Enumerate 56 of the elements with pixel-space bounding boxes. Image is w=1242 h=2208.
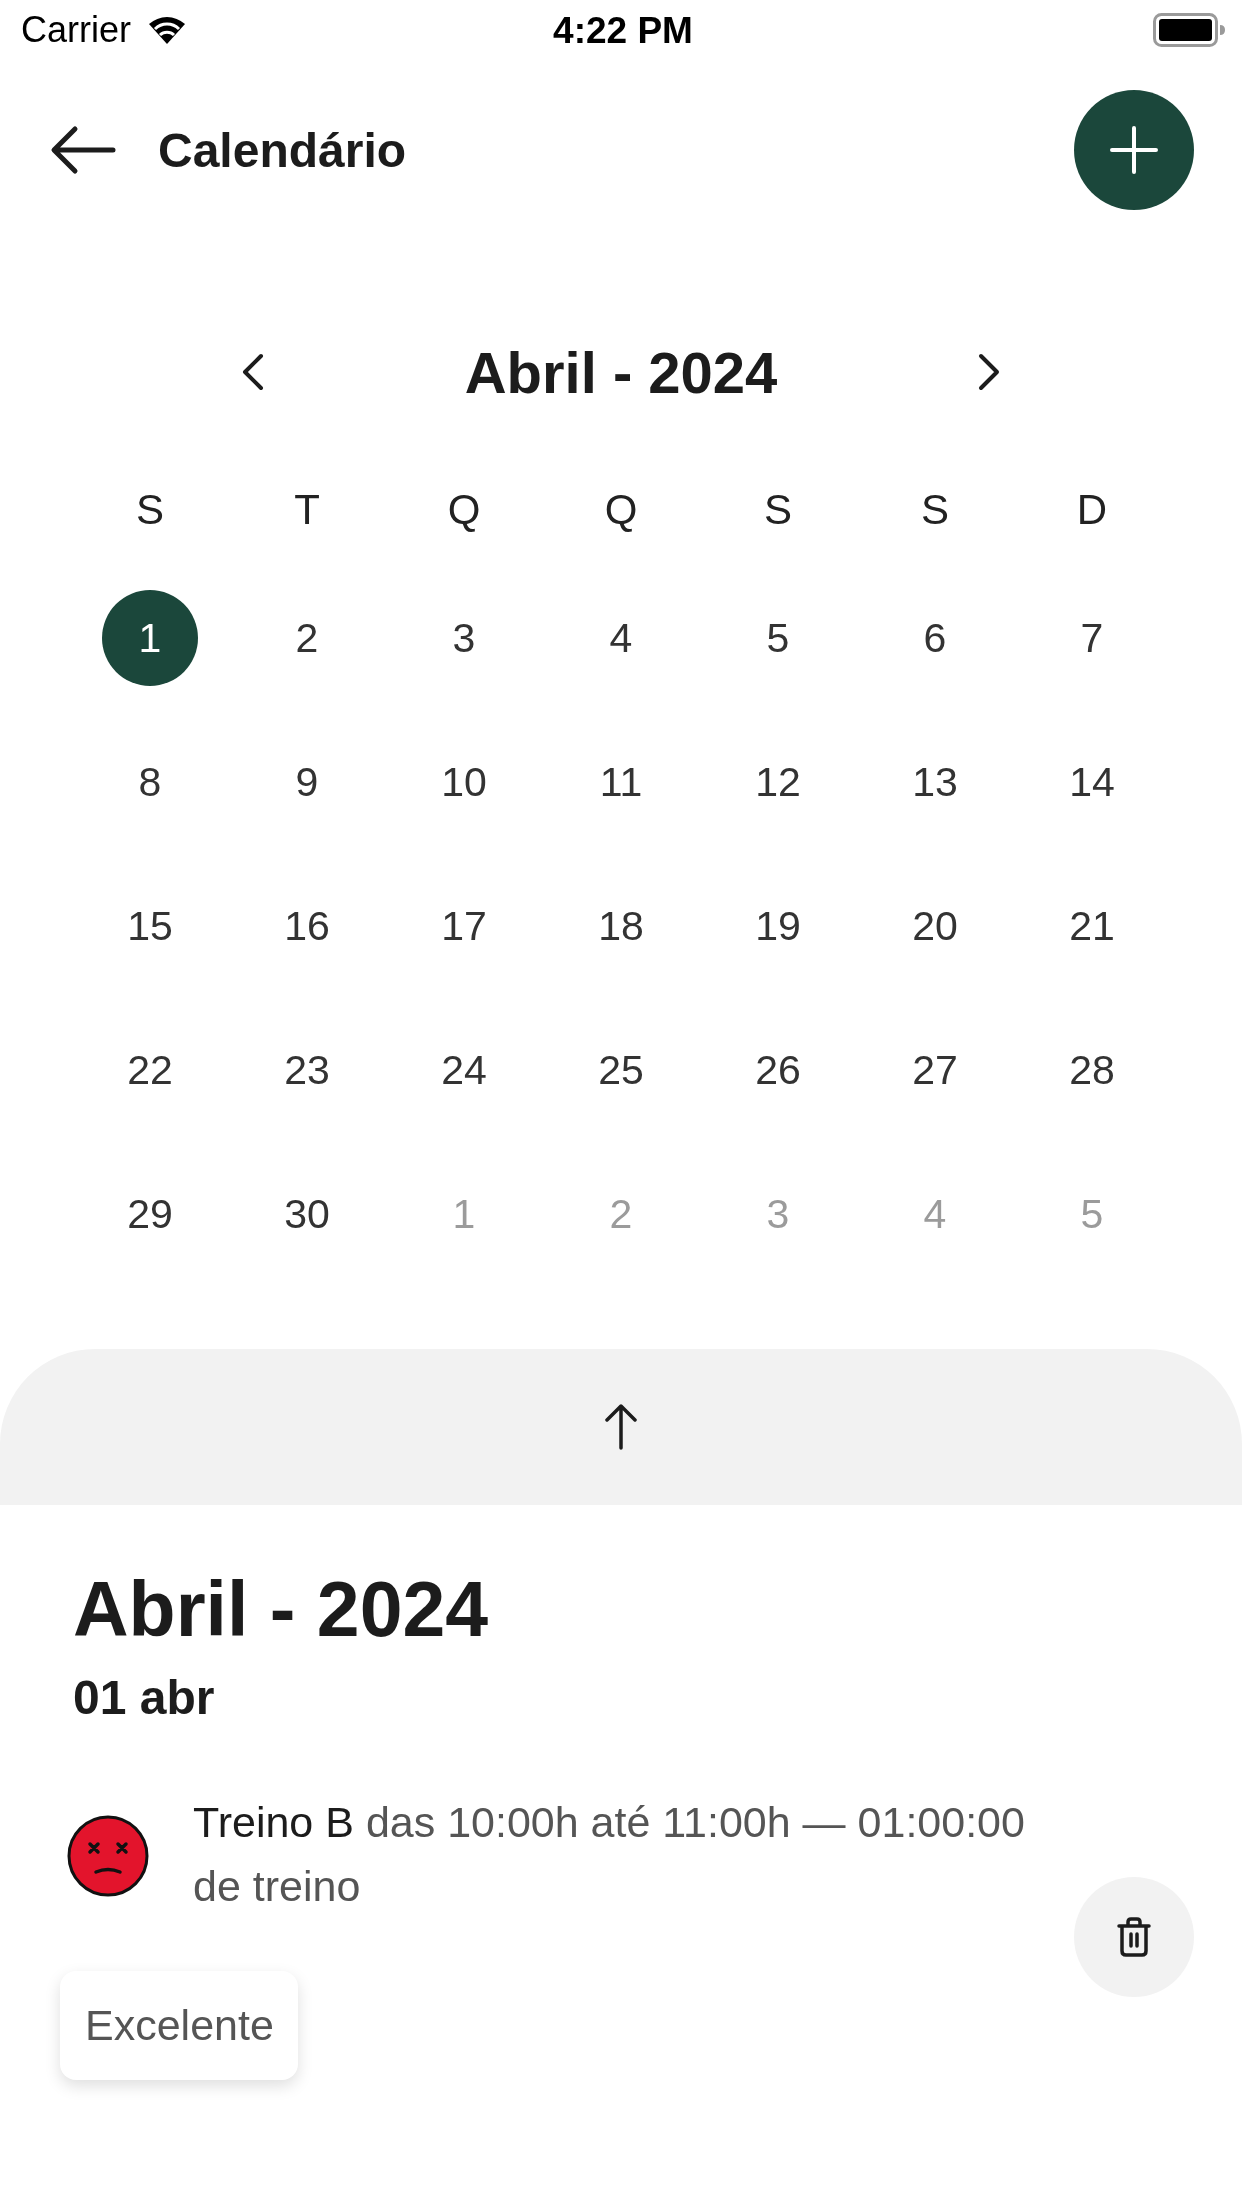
day-cell[interactable]: 11: [573, 734, 669, 830]
day-cell[interactable]: 13: [887, 734, 983, 830]
day-cell[interactable]: 15: [102, 878, 198, 974]
day-cell[interactable]: 30: [259, 1166, 355, 1262]
day-cell[interactable]: 29: [102, 1166, 198, 1262]
weekday-label: T: [294, 486, 320, 534]
battery-icon: [1153, 13, 1225, 47]
arrow-up-icon: [604, 1404, 638, 1450]
day-cell[interactable]: 21: [1044, 878, 1140, 974]
date-heading: 01 abr: [73, 1671, 216, 1725]
trash-icon: [1117, 1917, 1151, 1957]
day-cell[interactable]: 8: [102, 734, 198, 830]
day-cell[interactable]: 25: [573, 1022, 669, 1118]
status-time: 4:22 PM: [553, 11, 693, 49]
carrier-name: Carrier: [21, 12, 131, 48]
arrow-left-icon: [50, 125, 116, 175]
sheet-handle[interactable]: [0, 1349, 1242, 1505]
weekday-label: S: [136, 486, 164, 534]
day-cell[interactable]: 18: [573, 878, 669, 974]
weekday-label: S: [921, 486, 949, 534]
day-cell[interactable]: 2: [259, 590, 355, 686]
day-cell[interactable]: 17: [416, 878, 512, 974]
weekday-label: Q: [604, 486, 638, 534]
day-cell[interactable]: 5: [730, 590, 826, 686]
day-cell[interactable]: 20: [887, 878, 983, 974]
day-cell[interactable]: 3: [416, 590, 512, 686]
day-cell[interactable]: 10: [416, 734, 512, 830]
rating-chip: Excelente: [60, 1971, 298, 2080]
day-cell[interactable]: 7: [1044, 590, 1140, 686]
day-cell[interactable]: 12: [730, 734, 826, 830]
day-cell[interactable]: 14: [1044, 734, 1140, 830]
day-cell[interactable]: 23: [259, 1022, 355, 1118]
dizzy-face-icon: [67, 1815, 149, 1897]
day-cell[interactable]: 27: [887, 1022, 983, 1118]
day-cell[interactable]: 16: [259, 878, 355, 974]
weekday-label: D: [1076, 486, 1108, 534]
event-description: Treino B das 10:00h até 11:00h — 01:00:00 de treino: [193, 1797, 1026, 1912]
back-button[interactable]: [50, 125, 116, 175]
plus-icon: [1110, 126, 1158, 174]
page-title: Calendário: [158, 122, 408, 178]
day-cell[interactable]: 28: [1044, 1022, 1140, 1118]
wifi-icon: [147, 15, 187, 45]
day-cell[interactable]: 9: [259, 734, 355, 830]
agenda-title: Abril - 2024: [73, 1567, 490, 1651]
day-cell[interactable]: 4: [573, 590, 669, 686]
day-cell[interactable]: 6: [887, 590, 983, 686]
day-cell[interactable]: 22: [102, 1022, 198, 1118]
day-cell[interactable]: 26: [730, 1022, 826, 1118]
day-cell[interactable]: 1: [102, 590, 198, 686]
weekday-label: Q: [447, 486, 481, 534]
weekday-label: S: [764, 486, 792, 534]
chevron-left-icon: [241, 353, 264, 391]
month-title: Abril - 2024: [464, 338, 778, 406]
day-cell[interactable]: 19: [730, 878, 826, 974]
day-cell[interactable]: 24: [416, 1022, 512, 1118]
chevron-right-icon: [978, 353, 1001, 391]
